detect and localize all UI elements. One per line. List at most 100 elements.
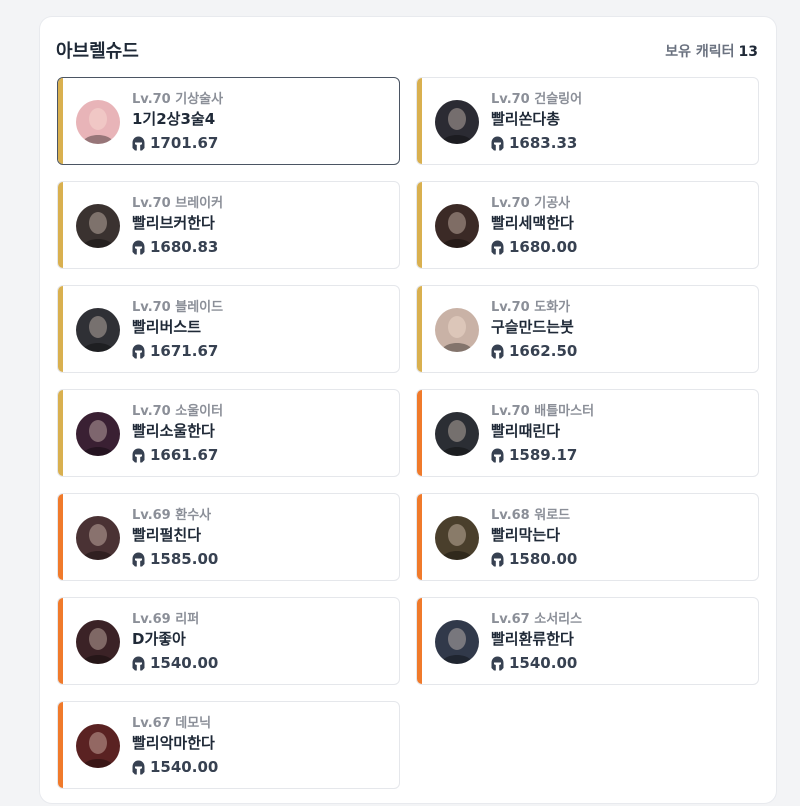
- item-level: 1585.00: [132, 550, 218, 568]
- tier-bar: [58, 78, 63, 164]
- character-avatar: [435, 308, 479, 352]
- character-level-class: Lv.70 소울이터: [132, 404, 224, 419]
- character-name: 빨리버스트: [132, 318, 202, 336]
- character-level-class: Lv.70 기공사: [491, 196, 571, 211]
- tier-bar: [58, 390, 63, 476]
- owned-characters: 보유 캐릭터 13: [665, 41, 758, 61]
- tier-bar: [58, 286, 63, 372]
- item-level-value: 1585.00: [150, 550, 219, 568]
- item-level-value: 1671.67: [150, 342, 219, 360]
- character-avatar: [435, 516, 479, 560]
- item-level-value: 1540.00: [509, 654, 578, 672]
- character-name: 빨리세맥한다: [491, 214, 574, 232]
- tier-bar: [58, 494, 63, 580]
- tier-bar: [417, 286, 422, 372]
- character-name: 빨리악마한다: [132, 734, 215, 752]
- tier-bar: [417, 494, 422, 580]
- character-name: 빨리펄친다: [132, 526, 202, 544]
- helmet-icon: [132, 760, 145, 775]
- item-level: 1540.00: [491, 654, 577, 672]
- character-avatar: [76, 204, 120, 248]
- character-name: D가좋아: [132, 630, 186, 648]
- character-card[interactable]: Lv.70 기상술사 1기2상3술4 1701.67: [57, 77, 400, 165]
- character-card[interactable]: Lv.68 워로드 빨리막는다 1580.00: [416, 493, 759, 581]
- character-avatar: [76, 412, 120, 456]
- character-card[interactable]: Lv.69 리퍼 D가좋아 1540.00: [57, 597, 400, 685]
- character-card[interactable]: Lv.70 배틀마스터 빨리때린다 1589.17: [416, 389, 759, 477]
- item-level: 1540.00: [132, 758, 218, 776]
- character-card[interactable]: Lv.67 데모닉 빨리악마한다 1540.00: [57, 701, 400, 789]
- character-name: 빨리브커한다: [132, 214, 215, 232]
- item-level-value: 1701.67: [150, 134, 219, 152]
- owned-count: 13: [738, 44, 758, 60]
- character-level-class: Lv.70 블레이드: [132, 300, 224, 315]
- character-name: 빨리소울한다: [132, 422, 215, 440]
- character-level-class: Lv.70 기상술사: [132, 92, 224, 107]
- item-level-value: 1540.00: [150, 654, 219, 672]
- character-card[interactable]: Lv.70 건슬링어 빨리쏜다총 1683.33: [416, 77, 759, 165]
- character-card[interactable]: Lv.70 블레이드 빨리버스트 1671.67: [57, 285, 400, 373]
- character-avatar: [76, 516, 120, 560]
- item-level: 1589.17: [491, 446, 577, 464]
- helmet-icon: [132, 136, 145, 151]
- owned-label: 보유 캐릭터: [665, 44, 735, 60]
- helmet-icon: [132, 240, 145, 255]
- character-avatar: [435, 412, 479, 456]
- helmet-icon: [132, 448, 145, 463]
- item-level-value: 1589.17: [509, 446, 578, 464]
- item-level-value: 1540.00: [150, 758, 219, 776]
- character-level-class: Lv.67 데모닉: [132, 716, 212, 731]
- character-avatar: [76, 620, 120, 664]
- helmet-icon: [132, 656, 145, 671]
- helmet-icon: [491, 344, 504, 359]
- item-level: 1680.83: [132, 238, 218, 256]
- character-level-class: Lv.69 환수사: [132, 508, 212, 523]
- character-name: 구슬만드는붓: [491, 318, 574, 336]
- character-card[interactable]: Lv.70 기공사 빨리세맥한다 1680.00: [416, 181, 759, 269]
- helmet-icon: [491, 448, 504, 463]
- character-name: 빨리막는다: [491, 526, 561, 544]
- item-level-value: 1680.83: [150, 238, 219, 256]
- item-level: 1680.00: [491, 238, 577, 256]
- helmet-icon: [491, 240, 504, 255]
- item-level-value: 1661.67: [150, 446, 219, 464]
- item-level: 1661.67: [132, 446, 218, 464]
- character-card[interactable]: Lv.70 소울이터 빨리소울한다 1661.67: [57, 389, 400, 477]
- character-level-class: Lv.69 리퍼: [132, 612, 200, 627]
- tier-bar: [58, 598, 63, 684]
- character-name: 빨리쏜다총: [491, 110, 561, 128]
- tier-bar: [58, 702, 63, 788]
- tier-bar: [417, 78, 422, 164]
- item-level: 1701.67: [132, 134, 218, 152]
- item-level-value: 1683.33: [509, 134, 578, 152]
- item-level: 1671.67: [132, 342, 218, 360]
- character-level-class: Lv.70 건슬링어: [491, 92, 583, 107]
- character-level-class: Lv.70 배틀마스터: [491, 404, 595, 419]
- item-level: 1662.50: [491, 342, 577, 360]
- character-avatar: [435, 620, 479, 664]
- character-card[interactable]: Lv.70 브레이커 빨리브커한다 1680.83: [57, 181, 400, 269]
- helmet-icon: [491, 136, 504, 151]
- character-grid: Lv.70 기상술사 1기2상3술4 1701.67 Lv.70 건슬링어 빨리…: [57, 77, 759, 789]
- character-card[interactable]: Lv.70 도화가 구슬만드는붓 1662.50: [416, 285, 759, 373]
- item-level: 1580.00: [491, 550, 577, 568]
- character-level-class: Lv.70 브레이커: [132, 196, 224, 211]
- character-panel: 아브렐슈드 보유 캐릭터 13 Lv.70 기상술사 1기2상3술4 1701.6…: [40, 17, 776, 803]
- character-avatar: [76, 308, 120, 352]
- character-name: 빨리때린다: [491, 422, 561, 440]
- character-avatar: [76, 724, 120, 768]
- character-card[interactable]: Lv.69 환수사 빨리펄친다 1585.00: [57, 493, 400, 581]
- panel-title: 아브렐슈드: [56, 41, 139, 62]
- character-card[interactable]: Lv.67 소서리스 빨리환류한다 1540.00: [416, 597, 759, 685]
- character-name: 1기2상3술4: [132, 110, 216, 128]
- helmet-icon: [132, 344, 145, 359]
- item-level-value: 1680.00: [509, 238, 578, 256]
- character-avatar: [435, 100, 479, 144]
- helmet-icon: [491, 656, 504, 671]
- item-level: 1683.33: [491, 134, 577, 152]
- character-level-class: Lv.70 도화가: [491, 300, 571, 315]
- tier-bar: [58, 182, 63, 268]
- item-level: 1540.00: [132, 654, 218, 672]
- helmet-icon: [132, 552, 145, 567]
- tier-bar: [417, 390, 422, 476]
